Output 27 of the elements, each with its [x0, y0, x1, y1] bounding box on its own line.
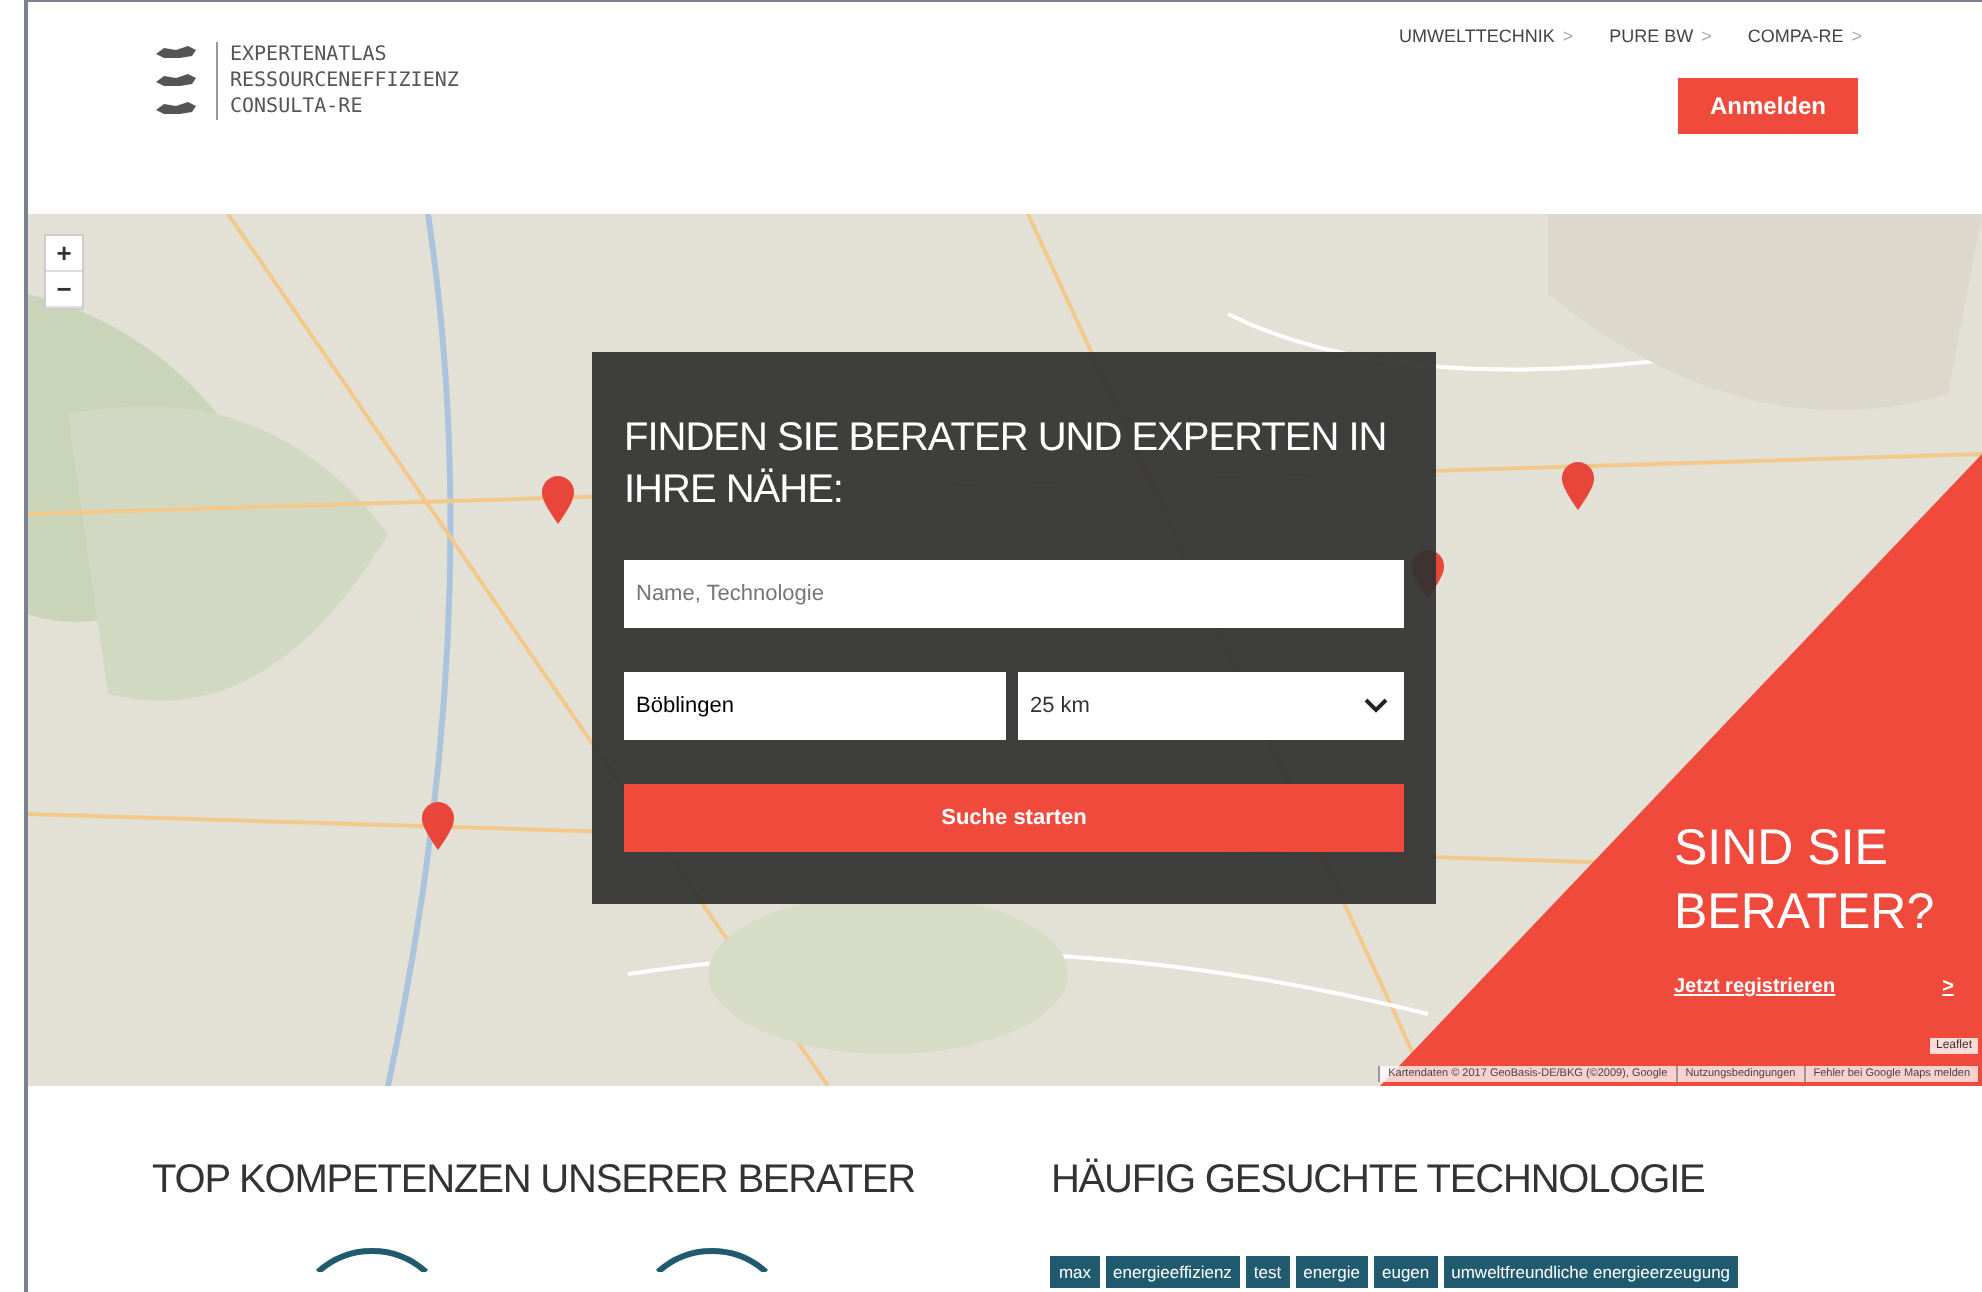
technology-tag[interactable]: energie [1295, 1256, 1368, 1288]
promo-title: SIND SIE BERATER? [1674, 818, 1937, 944]
search-title: FINDEN SIE BERATER UND EXPERTEN IN IHRE NÄHE: [624, 414, 1389, 516]
login-button[interactable]: Anmelden [1677, 78, 1858, 134]
zoom-in-button[interactable]: + [46, 236, 82, 272]
technology-tag[interactable]: test [1245, 1256, 1290, 1288]
section-title: TOP KOMPETENZEN UNSERER BERATER [152, 1158, 915, 1204]
section-title: HÄUFIG GESUCHTE TECHNOLOGIE [1050, 1158, 1707, 1204]
location-field[interactable]: Böblingen [624, 672, 1006, 740]
chevron-down-icon [1364, 698, 1388, 714]
ring-chart-drawing [652, 1248, 772, 1272]
logo-text: CONSULTA-RE [230, 93, 365, 119]
nav-link[interactable]: COMPA-RE > [1747, 26, 1862, 46]
nav-link[interactable]: PURE BW > [1609, 26, 1712, 46]
ring-chart-drawing [312, 1248, 432, 1272]
technology-tag[interactable]: eugen [1373, 1256, 1438, 1288]
technology-tag[interactable]: energieeffizienz [1105, 1256, 1240, 1288]
technology-tag[interactable]: max [1050, 1256, 1100, 1288]
radius-dropdown[interactable]: 25 km [1018, 672, 1404, 740]
technology-tag[interactable]: umweltfreundliche energieerzeugung [1443, 1256, 1739, 1288]
logo-text: RESSOURCENEFFIZIENZ [230, 67, 459, 93]
zoom-out-button[interactable]: − [46, 272, 82, 308]
search-field[interactable]: Name, Technologie [624, 560, 1404, 628]
logo-text: EXPERTENATLAS [230, 41, 389, 67]
search-button[interactable]: Suche starten [624, 784, 1404, 852]
register-link[interactable]: Jetzt registrieren > [1674, 976, 1954, 998]
nav-link[interactable]: UMWELTTECHNIK > [1399, 26, 1574, 46]
